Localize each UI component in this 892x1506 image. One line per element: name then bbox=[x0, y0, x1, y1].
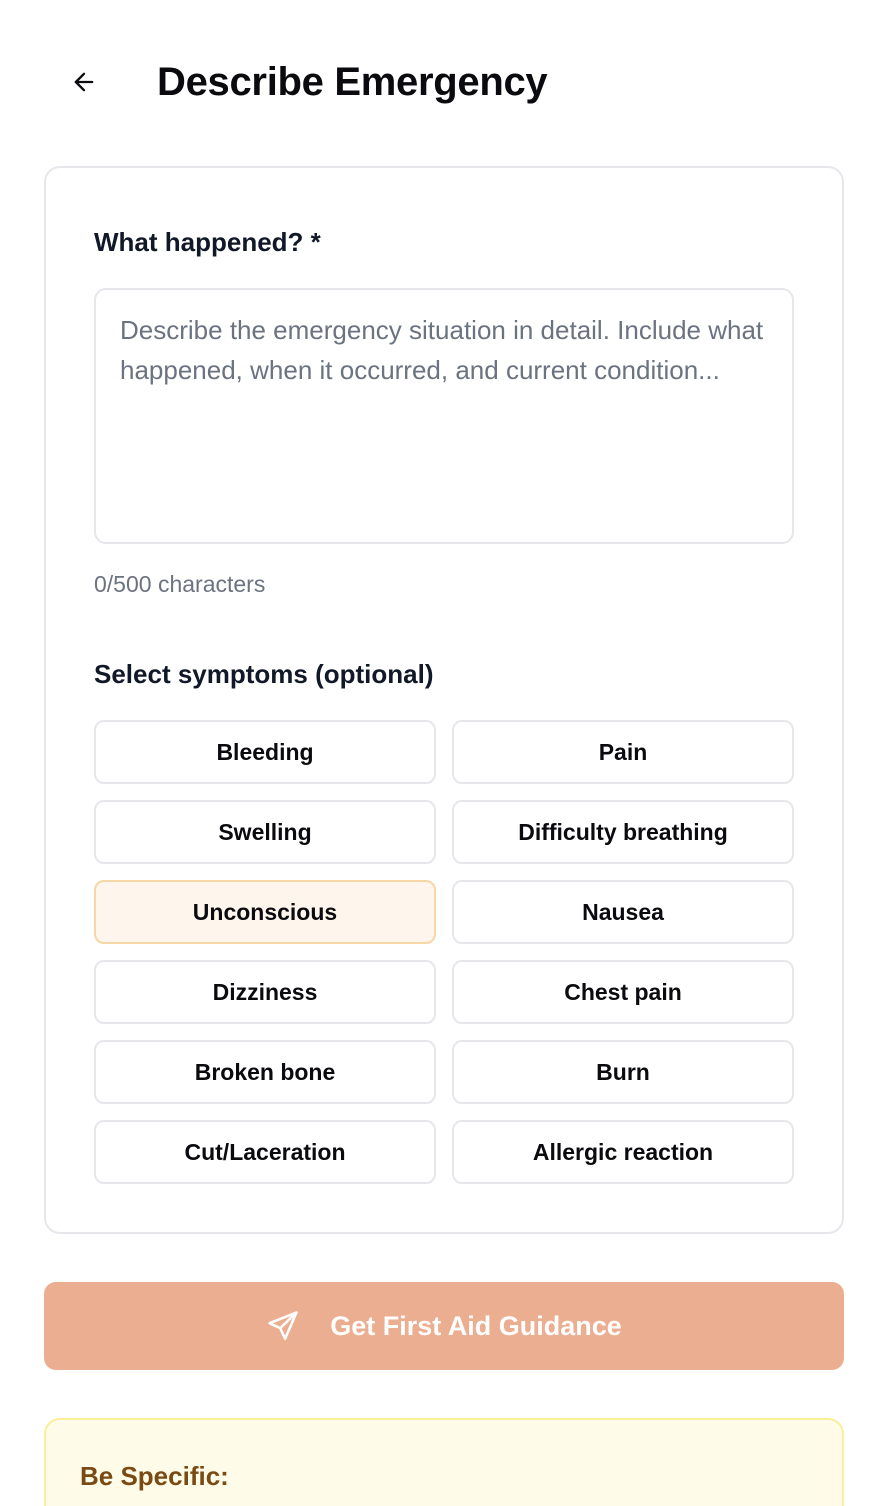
symptom-chip-chest-pain[interactable]: Chest pain bbox=[452, 960, 794, 1024]
arrow-left-icon bbox=[74, 72, 94, 92]
header: Describe Emergency bbox=[0, 0, 892, 166]
send-icon bbox=[268, 1311, 298, 1341]
character-count: 0/500 characters bbox=[94, 571, 266, 597]
tips-title: Be Specific: bbox=[80, 1461, 229, 1491]
symptom-chip-difficulty-breathing[interactable]: Difficulty breathing bbox=[452, 800, 794, 864]
symptom-chip-pain[interactable]: Pain bbox=[452, 720, 794, 784]
describe-emergency-page: Describe Emergency What happened? * 0/50… bbox=[0, 0, 892, 1506]
page-title: Describe Emergency bbox=[157, 60, 548, 104]
back-button[interactable] bbox=[60, 58, 108, 106]
description-label: What happened? * bbox=[94, 227, 321, 257]
symptoms-label: Select symptoms (optional) bbox=[94, 659, 434, 689]
symptom-chip-broken-bone[interactable]: Broken bone bbox=[94, 1040, 436, 1104]
symptom-chip-unconscious[interactable]: Unconscious bbox=[94, 880, 436, 944]
tips-box: Be Specific: bbox=[44, 1418, 844, 1506]
symptom-grid: Bleeding Pain Swelling Difficulty breath… bbox=[94, 720, 794, 1184]
symptom-chip-dizziness[interactable]: Dizziness bbox=[94, 960, 436, 1024]
emergency-form-card: What happened? * 0/500 characters Select… bbox=[44, 166, 844, 1234]
get-first-aid-guidance-button[interactable]: Get First Aid Guidance bbox=[44, 1282, 844, 1370]
symptom-chip-swelling[interactable]: Swelling bbox=[94, 800, 436, 864]
symptom-chip-cut-laceration[interactable]: Cut/Laceration bbox=[94, 1120, 436, 1184]
symptom-chip-allergic-reaction[interactable]: Allergic reaction bbox=[452, 1120, 794, 1184]
symptom-chip-nausea[interactable]: Nausea bbox=[452, 880, 794, 944]
description-textarea[interactable] bbox=[94, 288, 794, 544]
submit-button-label: Get First Aid Guidance bbox=[330, 1311, 622, 1341]
symptom-chip-burn[interactable]: Burn bbox=[452, 1040, 794, 1104]
symptom-chip-bleeding[interactable]: Bleeding bbox=[94, 720, 436, 784]
